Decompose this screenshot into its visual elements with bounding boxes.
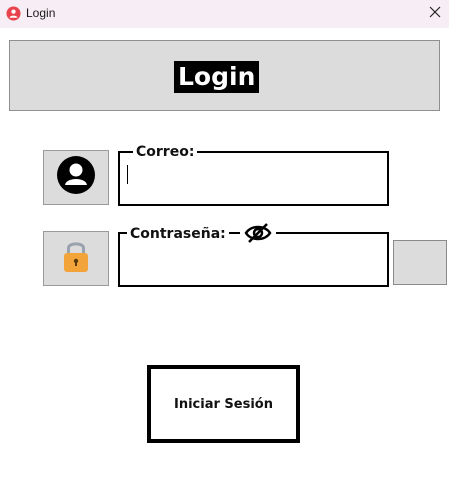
window-title: Login: [26, 6, 56, 20]
eye-slash-icon: [243, 222, 273, 249]
lock-icon-box: [43, 231, 109, 286]
side-action-button[interactable]: [393, 240, 447, 285]
login-button[interactable]: Iniciar Sesión: [147, 365, 300, 443]
email-label: Correo:: [133, 144, 198, 160]
close-icon: [429, 5, 441, 23]
password-label: Contraseña:: [127, 226, 229, 242]
lock-icon: [56, 236, 96, 281]
text-caret: [127, 165, 128, 184]
page-title: Login: [174, 61, 260, 93]
toggle-password-visibility-button[interactable]: [240, 222, 276, 248]
title-bar: Login: [0, 0, 449, 28]
password-input[interactable]: [126, 250, 381, 272]
user-icon: [56, 155, 96, 200]
app-logo-icon: [6, 6, 21, 21]
email-input[interactable]: [126, 163, 381, 185]
close-button[interactable]: [421, 0, 449, 28]
user-icon-box: [43, 150, 109, 205]
